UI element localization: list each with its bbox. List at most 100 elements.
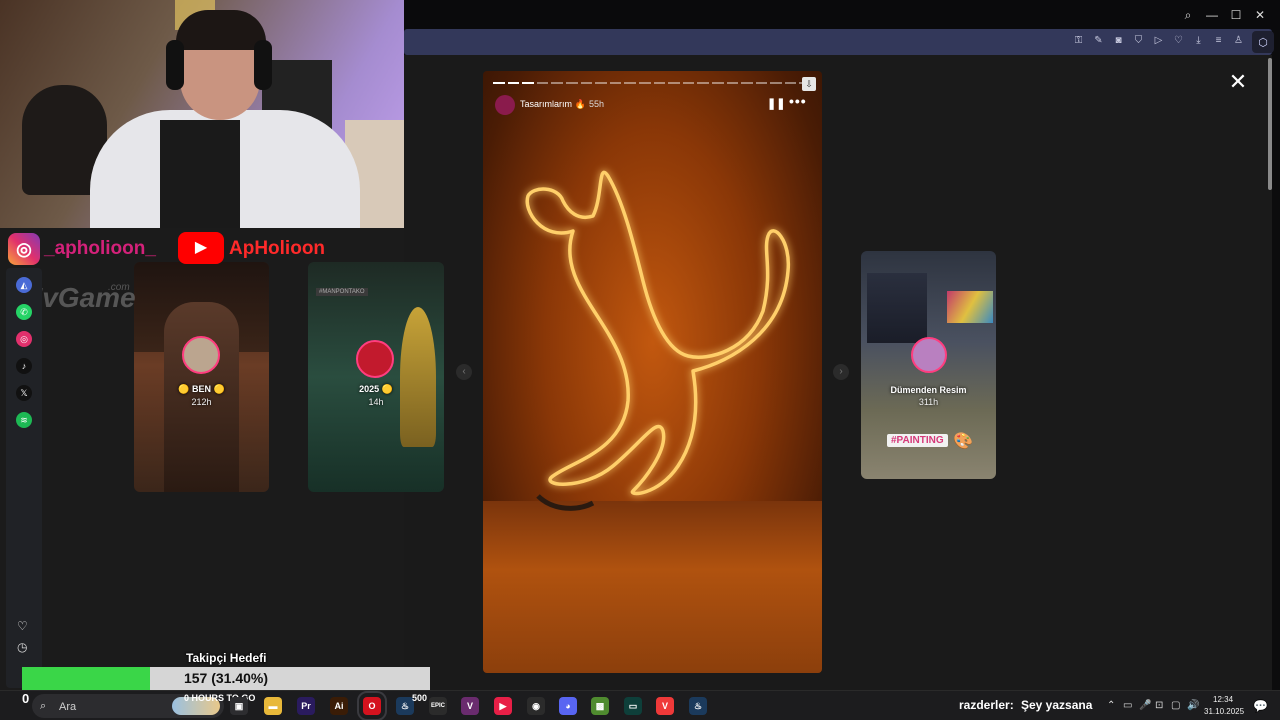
instagram-icon[interactable]: ◎ [16,331,32,347]
favorites-icon[interactable]: ♡ [17,619,28,633]
next-story-button[interactable]: › [833,364,849,380]
taskbar-search-placeholder: Ara [59,701,77,713]
clock-date[interactable]: 31.10.2025 [1204,707,1244,716]
clock-time[interactable]: 12:34 [1213,695,1233,704]
current-story[interactable]: Tasarımlarım 🔥 55h ❚❚ ••• ⇩ [483,71,822,673]
neon-cat-image [525,170,791,511]
progress-segment [682,82,695,84]
story-timestamp: 55h [589,99,605,109]
card-poster [867,273,927,343]
progress-segment [580,82,593,84]
download-story-icon[interactable]: ⇩ [802,77,816,91]
progress-segment [741,82,753,84]
story-card-time: 14h [368,397,384,407]
epic-games-icon[interactable]: EPIC [429,697,447,715]
pause-icon[interactable]: ❚❚ [767,97,785,110]
task-view-icon[interactable]: ▣ [230,697,248,715]
webcam-feed [0,0,404,228]
progress-segment [668,82,680,84]
progress-segment [551,82,563,84]
profile-icon[interactable]: ♙ [1233,35,1244,46]
story-avatar-ben [182,336,220,374]
steam2-icon[interactable]: ♨ [689,697,707,715]
chat-message: Şey yazsana [1021,698,1093,712]
toolbar-icons: ⚿ ✎ ◙ ⛉ ▷ ♡ ⤓ ≡ ♙ [1073,35,1244,46]
camera-icon[interactable]: ◙ [1113,35,1124,46]
illustrator-icon[interactable]: Ai [330,697,348,715]
brand-watermark-suffix: .com [108,282,130,293]
chevron-up-icon[interactable]: ⌃ [1107,700,1115,711]
progress-segment [697,82,709,84]
headphone-left [166,40,184,90]
story-card-ben[interactable]: 🟡 BEN 🟡 212h [134,262,269,492]
progress-segment [653,82,666,84]
search-icon: ⌕ [40,700,47,712]
media-player-icon[interactable]: ▶ [494,697,512,715]
progress-segment [536,82,549,84]
obs-icon[interactable]: ◉ [527,697,545,715]
story-card-2025[interactable]: #MANPONTAKO 2025 🟡 14h [308,262,444,492]
maps-icon[interactable]: ◭ [16,277,32,293]
scrollbar[interactable] [1268,58,1272,190]
volume-icon[interactable]: 🔊 [1187,700,1199,711]
minimize-button[interactable]: — [1200,6,1224,24]
window-controls: ⌕ — ☐ ✕ [1176,6,1272,24]
story-progress [493,82,812,84]
whatsapp-icon[interactable]: ✆ [16,304,32,320]
close-window-button[interactable]: ✕ [1248,6,1272,24]
more-options-icon[interactable]: ••• [789,93,807,109]
progress-segment [493,82,505,84]
maximize-button[interactable]: ☐ [1224,6,1248,24]
key-icon[interactable]: ⚿ [1073,35,1084,46]
mic-icon[interactable]: 🎤 [1139,700,1151,711]
edit-icon[interactable]: ✎ [1093,35,1104,46]
card-tag: #PAINTING [887,434,948,447]
story-author-name[interactable]: Tasarımlarım 🔥 [520,99,586,110]
file-explorer-icon[interactable]: ▬ [264,697,282,715]
opera-icon[interactable]: O [357,691,387,720]
notification-icon[interactable]: 💬 [1253,699,1268,713]
network-icon[interactable]: ⊡ [1155,700,1163,711]
extensions-icon[interactable]: ⬡ [1252,31,1274,53]
heart-icon[interactable]: ♡ [1173,35,1184,46]
previous-story-button[interactable]: ‹ [456,364,472,380]
display-icon[interactable]: ▢ [1171,700,1180,711]
vivaldi-icon[interactable]: V [656,697,674,715]
card-umbrella [400,307,436,447]
download-icon[interactable]: ⤓ [1193,35,1204,46]
story-author-avatar[interactable] [495,95,515,115]
battery-icon[interactable]: ▭ [1123,700,1132,711]
progress-segment [609,82,622,84]
story-avatar-2025 [356,340,394,378]
discord-icon[interactable]: ◕ [559,697,577,715]
vegas-icon[interactable]: V [461,697,479,715]
progress-segment [507,82,520,84]
progress-segment [638,82,651,84]
browser-search-icon[interactable]: ⌕ [1176,6,1200,24]
tiktok-icon[interactable]: ♪ [16,358,32,374]
instagram-logo-icon: ◎ [8,233,40,265]
follower-goal-bar: 157 (31.40%) [22,667,430,690]
close-story-icon[interactable]: ✕ [1228,71,1248,93]
story-card-label: Dümenden Resim [890,385,967,395]
steam-badge: 500 [412,693,428,703]
play-icon[interactable]: ▷ [1153,35,1164,46]
history-icon[interactable]: ◷ [17,640,27,654]
person-hair [176,10,266,50]
person-shirt [160,120,240,228]
shield-icon[interactable]: ⛉ [1133,35,1144,46]
terminal-icon[interactable]: ▭ [624,697,642,715]
story-card-time: 212h [191,397,212,407]
story-card-dumenden[interactable]: Dümenden Resim 311h #PAINTING 🎨 [861,251,996,479]
follower-goal-progress: 157 (31.40%) [183,670,269,686]
start-button[interactable]: 0 [22,691,29,706]
x-icon[interactable]: 𝕏 [16,385,32,401]
progress-segment [595,82,607,84]
menu-icon[interactable]: ≡ [1213,35,1224,46]
palette-icon: 🎨 [953,433,973,450]
story-card-label: 2025 🟡 [359,384,393,394]
story-card-label: 🟡 BEN 🟡 [178,384,225,394]
spotify-icon[interactable]: ≋ [16,412,32,428]
minecraft-icon[interactable]: ▩ [591,697,609,715]
premiere-icon[interactable]: Pr [297,697,315,715]
